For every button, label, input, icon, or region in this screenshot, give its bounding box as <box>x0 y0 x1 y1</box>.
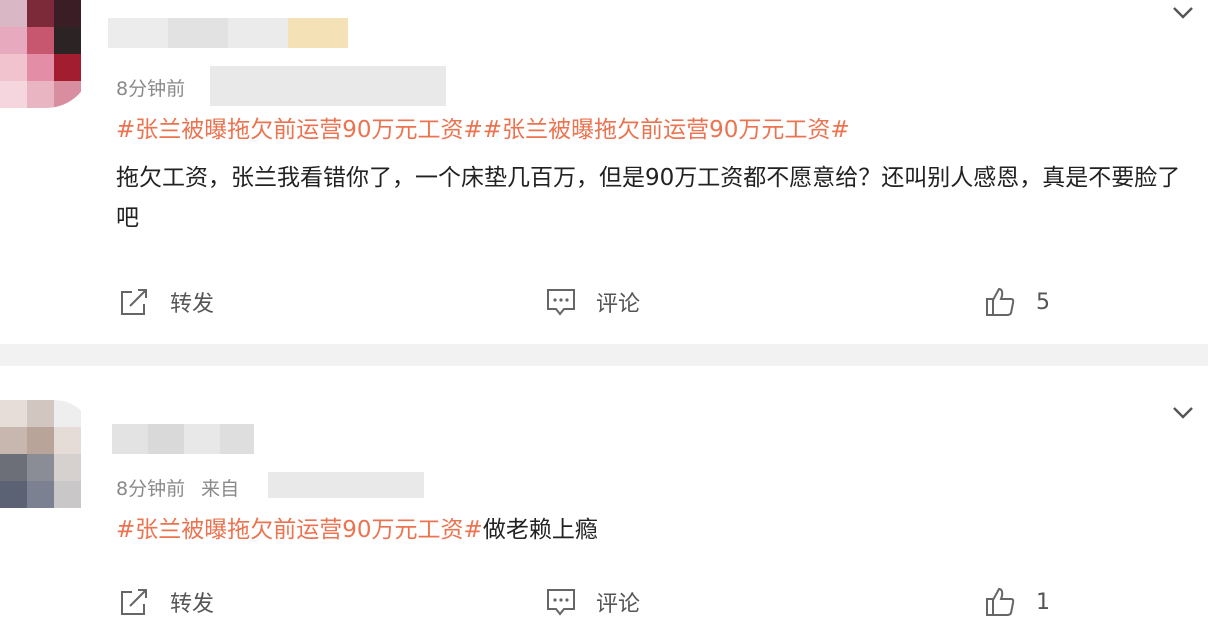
comment-button[interactable]: 评论 <box>544 286 640 318</box>
post-time: 8分钟前 <box>116 478 186 500</box>
post-source-label: 来自 <box>201 478 240 500</box>
source-blurred <box>268 472 424 498</box>
post-meta: 8分钟前 来自 <box>116 474 249 501</box>
repost-label: 转发 <box>170 592 215 617</box>
like-count: 1 <box>1036 589 1050 615</box>
repost-button[interactable]: 转发 <box>118 286 214 318</box>
like-count: 5 <box>1036 289 1050 315</box>
comment-label: 评论 <box>596 292 641 317</box>
repost-label: 转发 <box>170 292 215 317</box>
post-meta: 8分钟前 <box>116 74 205 101</box>
repost-button[interactable]: 转发 <box>118 586 214 618</box>
avatar[interactable] <box>0 0 92 108</box>
avatar[interactable] <box>0 400 94 526</box>
comment-icon <box>547 589 575 616</box>
post-time: 8分钟前 <box>116 78 186 100</box>
like-icon <box>986 587 1015 616</box>
like-button[interactable]: 1 <box>984 586 1050 618</box>
post-text: 拖欠工资，张兰我看错你了，一个床垫几百万，但是90万工资都不愿意给？还叫别人感恩… <box>116 165 1181 231</box>
like-button[interactable]: 5 <box>984 286 1050 318</box>
topic-tag[interactable]: #张兰被曝拖欠前运营90万元工资##张兰被曝拖欠前运营90万元工资# <box>116 110 1186 150</box>
weibo-post-2: 8分钟前 来自 #张兰被曝拖欠前运营90万元工资#做老赖上瘾 转发 评论 1 <box>0 366 1208 632</box>
comment-icon <box>547 289 575 316</box>
like-icon <box>986 287 1015 316</box>
post-divider <box>0 344 1208 366</box>
post-text: 做老赖上瘾 <box>482 517 598 543</box>
post-content: #张兰被曝拖欠前运营90万元工资#做老赖上瘾 <box>116 510 1186 550</box>
username-blurred[interactable] <box>108 18 348 48</box>
repost-icon <box>121 589 147 615</box>
source-blurred <box>210 66 446 106</box>
chevron-down-icon[interactable] <box>1172 406 1194 420</box>
weibo-post-1: 8分钟前 #张兰被曝拖欠前运营90万元工资##张兰被曝拖欠前运营90万元工资# … <box>0 0 1208 344</box>
post-content: #张兰被曝拖欠前运营90万元工资##张兰被曝拖欠前运营90万元工资# 拖欠工资，… <box>116 110 1186 238</box>
repost-icon <box>121 289 147 315</box>
topic-tag[interactable]: #张兰被曝拖欠前运营90万元工资# <box>116 517 483 543</box>
username-blurred[interactable] <box>112 424 254 454</box>
comment-label: 评论 <box>596 592 641 617</box>
comment-button[interactable]: 评论 <box>544 586 640 618</box>
chevron-down-icon[interactable] <box>1172 6 1194 20</box>
